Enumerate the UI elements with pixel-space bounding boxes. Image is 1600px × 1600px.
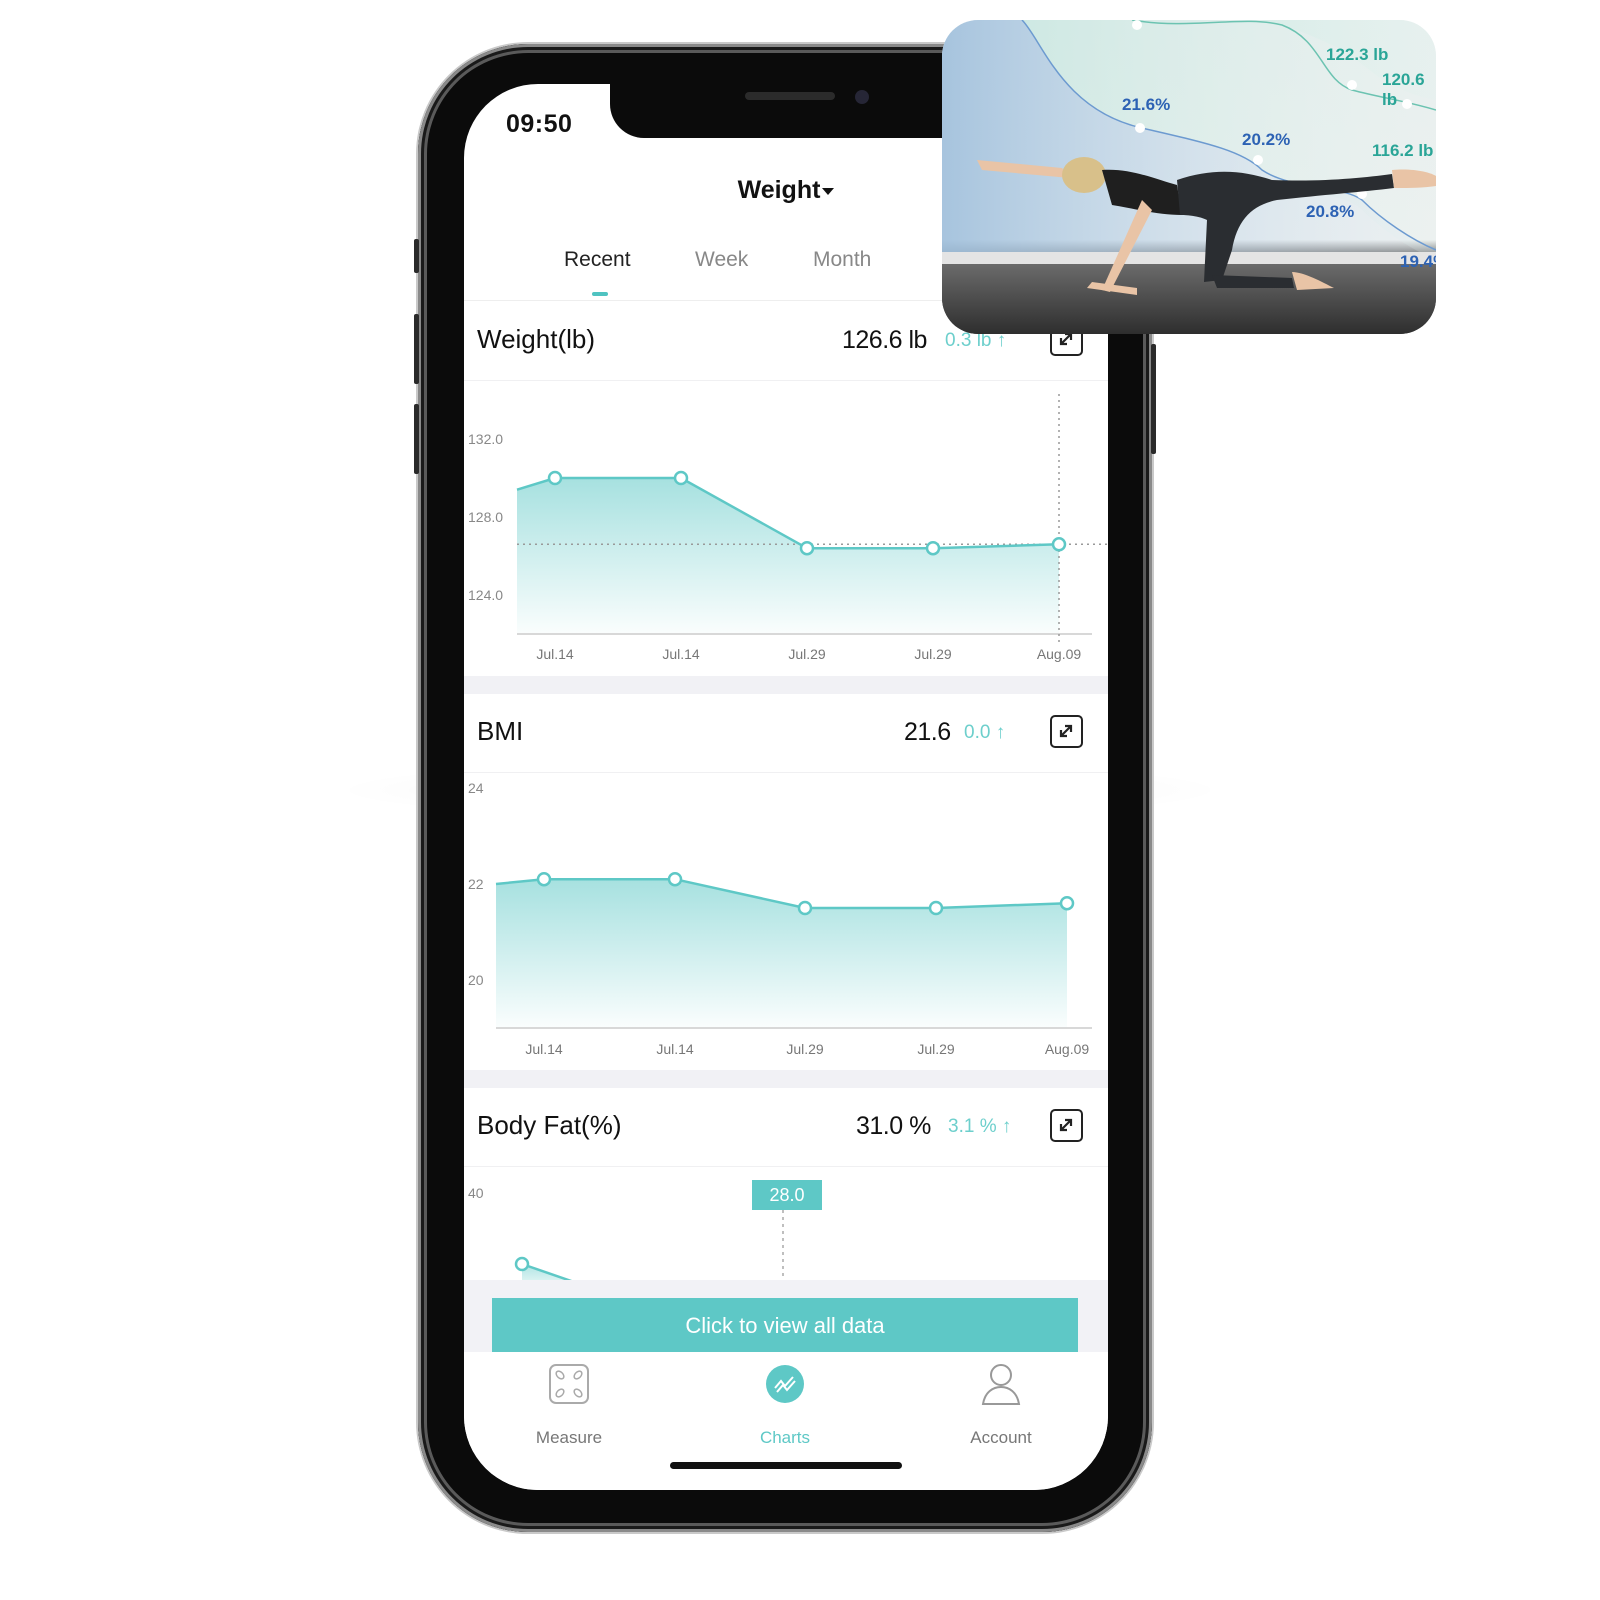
data-point[interactable]: [1059, 895, 1075, 911]
bodyfat-value: 31.0 %: [856, 1112, 931, 1140]
bmi-value: 21.6: [904, 718, 951, 746]
bodyfat-header: Body Fat(%) 31.0 % 3.1 % ↑: [464, 1088, 1108, 1167]
bodyfat-delta: 3.1 % ↑: [948, 1116, 1012, 1137]
data-point[interactable]: [514, 1256, 530, 1272]
bottom-nav: Measure Charts Account: [464, 1352, 1108, 1490]
charts-icon: [766, 1365, 804, 1403]
x-tick-label: Jul.29: [917, 1041, 955, 1057]
x-tick-label: Aug.09: [1037, 646, 1082, 662]
data-point[interactable]: [673, 470, 689, 486]
x-tick-label: Jul.29: [786, 1041, 824, 1057]
chart-canvas: 24 22 20 Jul.14 Jul.14 Jul.29 Jul.29 Aug.09: [468, 780, 1092, 1057]
bodyfat-section: Body Fat(%) 31.0 % 3.1 % ↑ 40 28.0: [464, 1088, 1108, 1280]
bodyfat-label: 20.2%: [1242, 130, 1291, 149]
front-camera: [855, 90, 869, 104]
page-title: Weight: [737, 176, 821, 204]
data-point[interactable]: [928, 900, 944, 916]
chart-canvas: 132.0 128.0 124.0 Jul.14 Jul.14 Jul.29 Jul.29 A…: [468, 394, 1108, 662]
y-tick-label: 124.0: [468, 587, 503, 603]
bmi-chart[interactable]: 24 22 20 Jul.14 Jul.14 Jul.29 Jul.29 Aug.09: [464, 772, 1108, 1070]
y-tick-label: 22: [468, 876, 484, 892]
y-tick-label: 24: [468, 780, 484, 796]
bodyfat-label: 20.8%: [1306, 202, 1355, 221]
volume-up-button: [414, 314, 419, 384]
nav-account[interactable]: Account: [931, 1360, 1071, 1447]
data-point[interactable]: [799, 540, 815, 556]
caret-down-icon: [822, 187, 835, 195]
bodyfat-label: 19.4%: [1400, 252, 1436, 271]
home-indicator: [670, 1462, 902, 1469]
y-tick-label: 40: [468, 1185, 484, 1201]
speaker: [745, 92, 835, 100]
x-tick-label: Jul.29: [788, 646, 826, 662]
y-tick-label: 20: [468, 972, 484, 988]
x-tick-label: Jul.14: [536, 646, 574, 662]
bodyfat-label: 21.6%: [1122, 95, 1171, 114]
volume-down-button: [414, 404, 419, 474]
x-tick-label: Jul.14: [656, 1041, 694, 1057]
weight-chart[interactable]: 132.0 128.0 124.0 Jul.14 Jul.14 Jul.29 Jul.29 A…: [464, 380, 1108, 676]
x-tick-label: Jul.14: [525, 1041, 563, 1057]
bmi-title: BMI: [477, 716, 524, 746]
nav-measure-label: Measure: [535, 1428, 603, 1447]
weight-section: Weight(lb) 126.6 lb 0.3 lb ↑ 132.0 128.0 1…: [464, 302, 1108, 676]
power-button: [1151, 344, 1156, 454]
bmi-delta: 0.0 ↑: [964, 722, 1006, 743]
x-tick-label: Jul.29: [914, 646, 952, 662]
x-tick-label: Jul.14: [662, 646, 700, 662]
nav-measure[interactable]: Measure: [499, 1360, 639, 1447]
data-point[interactable]: [797, 900, 813, 916]
section-divider: [464, 676, 1108, 694]
account-icon: [981, 1364, 1021, 1405]
promo-photo-inset: 122.3 lb 120.6 lb 116.2 lb 21.6% 20.2% 2…: [942, 20, 1436, 334]
scale-icon: [549, 1364, 589, 1404]
y-tick-label: 132.0: [468, 431, 503, 447]
bodyfat-chart[interactable]: 40 28.0: [464, 1166, 1108, 1280]
expand-icon[interactable]: [1050, 715, 1083, 748]
active-tab-indicator: [592, 292, 608, 296]
section-divider: [464, 1070, 1108, 1088]
data-point[interactable]: [547, 470, 563, 486]
bmi-section: BMI 21.6 0.0 ↑ 24 22 20 Jul.14 Jul.14 Jul.29 J…: [464, 694, 1108, 1070]
tooltip-value: 28.0: [769, 1185, 804, 1205]
area-fill: [517, 478, 1059, 634]
data-point[interactable]: [536, 871, 552, 887]
view-all-container: Click to view all data: [464, 1280, 1108, 1352]
bmi-header: BMI 21.6 0.0 ↑: [464, 694, 1108, 773]
data-point[interactable]: [925, 540, 941, 556]
weight-title: Weight(lb): [477, 324, 596, 354]
data-point[interactable]: [1051, 537, 1067, 552]
status-time: 09:50: [506, 110, 573, 138]
weight-label: 120.6 lb: [1382, 70, 1425, 109]
tab-week[interactable]: Week: [695, 248, 748, 272]
nav-charts[interactable]: Charts: [715, 1360, 855, 1447]
weight-label: 116.2 lb: [1372, 141, 1434, 160]
weight-value: 126.6 lb: [842, 326, 927, 354]
y-tick-label: 128.0: [468, 509, 503, 525]
nav-charts-label: Charts: [759, 1428, 811, 1447]
tab-month[interactable]: Month: [813, 248, 871, 272]
x-tick-label: Aug.09: [1045, 1041, 1090, 1057]
tab-recent[interactable]: Recent: [564, 248, 631, 272]
mute-switch: [414, 239, 419, 273]
weight-label: 122.3 lb: [1326, 45, 1389, 64]
floor: [942, 264, 1436, 334]
data-point[interactable]: [667, 871, 683, 887]
nav-account-label: Account: [970, 1428, 1032, 1447]
expand-icon[interactable]: [1050, 1109, 1083, 1142]
view-all-data-button[interactable]: Click to view all data: [492, 1298, 1078, 1352]
bodyfat-title: Body Fat(%): [477, 1110, 622, 1140]
notch: [610, 84, 980, 138]
